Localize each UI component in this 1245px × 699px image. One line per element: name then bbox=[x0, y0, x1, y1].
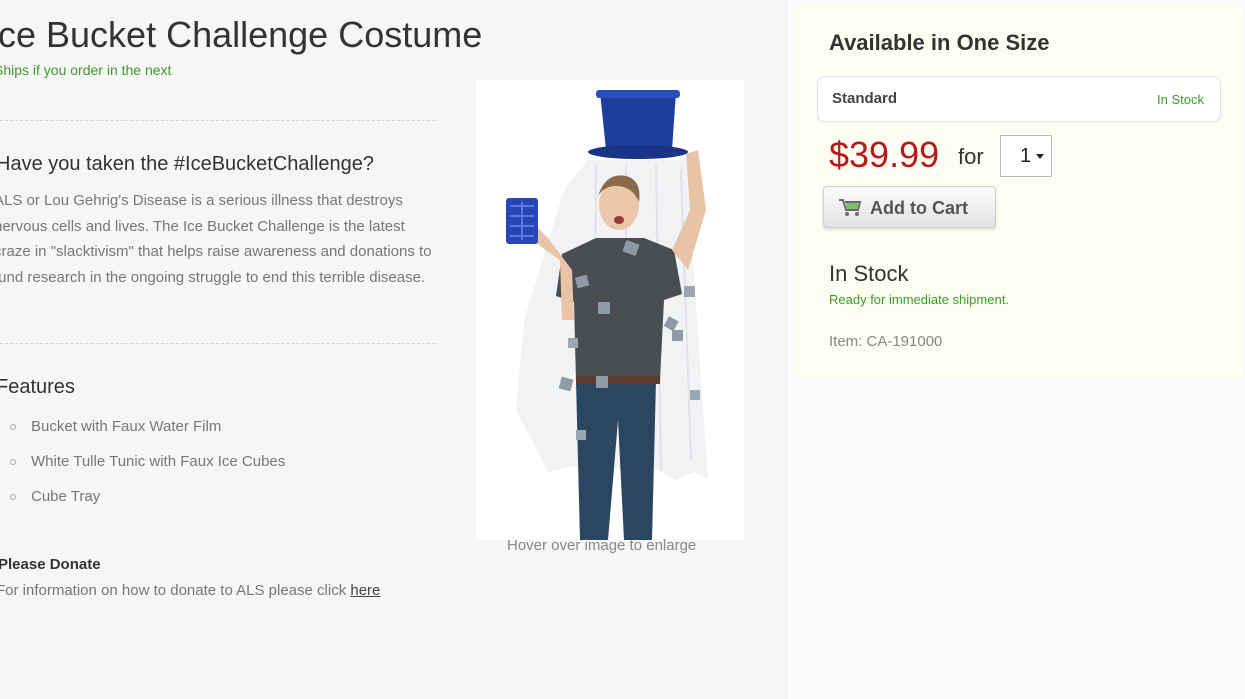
image-caption: Hover over image to enlarge bbox=[507, 537, 697, 554]
section-divider bbox=[0, 343, 435, 344]
size-heading: Available in One Size bbox=[829, 30, 1050, 55]
bullet-icon bbox=[10, 494, 16, 500]
list-item: White Tulle Tunic with Faux Ice Cubes bbox=[0, 449, 285, 484]
size-option-standard[interactable]: Standard In Stock bbox=[817, 76, 1221, 122]
description-text: ALS or Lou Gehrig's Disease is a serious… bbox=[0, 192, 432, 286]
product-title: Ice Bucket Challenge Costume bbox=[0, 14, 483, 55]
costume-photo bbox=[506, 90, 708, 540]
bullet-icon bbox=[10, 459, 16, 465]
stock-note: Ready for immediate shipment. bbox=[829, 292, 1009, 307]
stock-heading: In Stock bbox=[829, 261, 909, 286]
list-item: Bucket with Faux Water Film bbox=[0, 414, 285, 449]
add-to-cart-button[interactable]: Add to Cart bbox=[823, 186, 996, 228]
donate-text: For information on how to donate to ALS … bbox=[0, 582, 381, 599]
list-item: Cube Tray bbox=[0, 484, 285, 519]
section-divider bbox=[0, 120, 435, 121]
bullet-icon bbox=[10, 424, 16, 430]
quantity-value: 1 bbox=[1020, 145, 1032, 167]
product-image[interactable] bbox=[476, 80, 744, 540]
donate-link[interactable]: here bbox=[350, 582, 380, 599]
features-list: Bucket with Faux Water Film White Tulle … bbox=[0, 414, 285, 519]
size-name: Standard bbox=[832, 90, 898, 107]
description-heading: Have you taken the #IceBucketChallenge? bbox=[0, 153, 375, 175]
size-stock-status: In Stock bbox=[1157, 92, 1204, 107]
price: $39.99 bbox=[829, 134, 940, 175]
shipping-note: Ships if you order in the next bbox=[0, 62, 172, 78]
item-number: Item: CA-191000 bbox=[829, 333, 943, 350]
quantity-select[interactable]: 1 bbox=[1000, 135, 1052, 177]
for-label: for bbox=[958, 144, 984, 169]
chevron-down-icon bbox=[1036, 154, 1044, 159]
cart-icon bbox=[838, 197, 862, 222]
donate-heading: Please Donate bbox=[0, 556, 101, 573]
features-heading: Features bbox=[0, 376, 75, 398]
add-to-cart-label: Add to Cart bbox=[870, 198, 968, 218]
